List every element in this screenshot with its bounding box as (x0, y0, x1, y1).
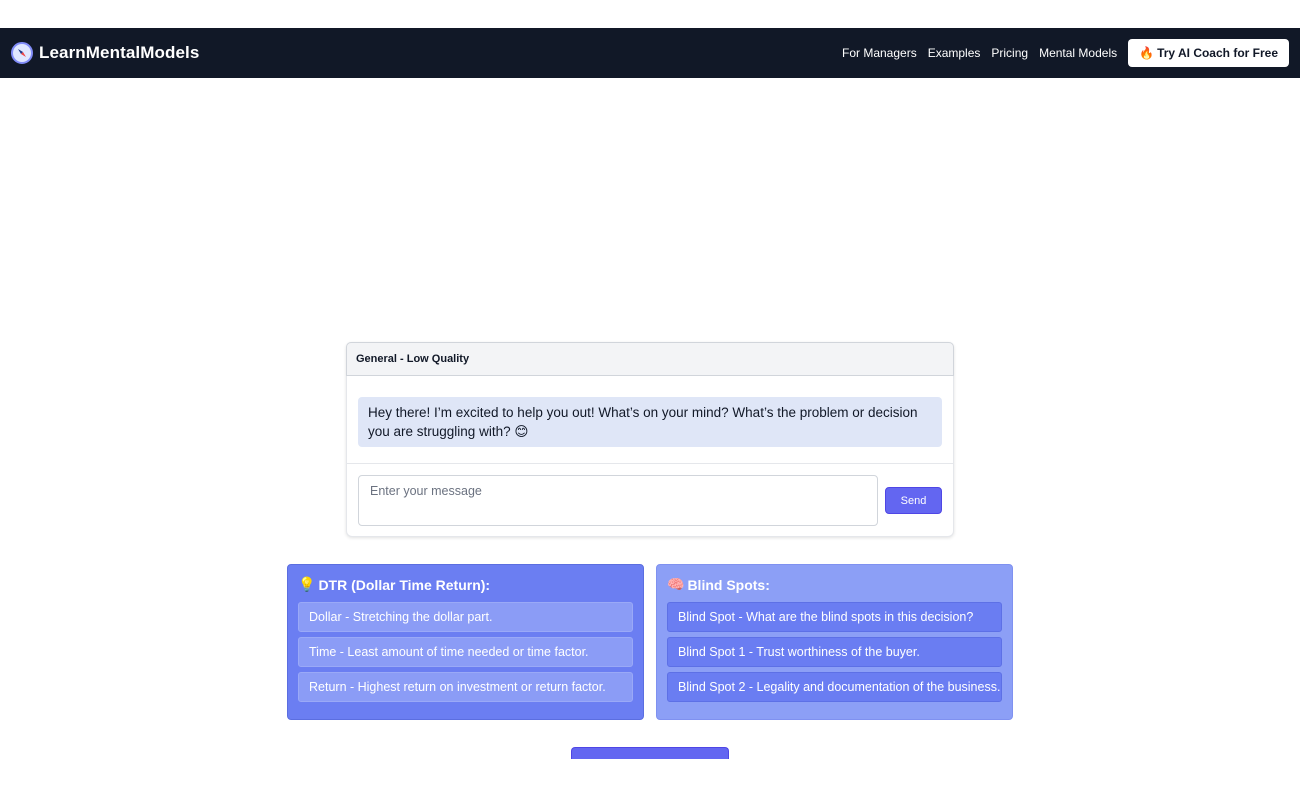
try-ai-coach-label: Try AI Coach for Free (1157, 46, 1278, 60)
composer: Send (347, 464, 953, 537)
dtr-item-return[interactable]: Return - Highest return on investment or… (298, 672, 633, 702)
nav-link-pricing[interactable]: Pricing (991, 46, 1028, 60)
nav-link-for-managers[interactable]: For Managers (842, 46, 917, 60)
blind-spot-item-2[interactable]: Blind Spot 2 - Legality and documentatio… (667, 672, 1002, 702)
blind-spot-item[interactable]: Blind Spot - What are the blind spots in… (667, 602, 1002, 632)
dtr-item-dollar[interactable]: Dollar - Stretching the dollar part. (298, 602, 633, 632)
nav-links: For Managers Examples Pricing Mental Mod… (831, 39, 1289, 67)
send-button[interactable]: Send (885, 487, 942, 514)
blind-spots-card: 🧠 Blind Spots: Blind Spot - What are the… (656, 564, 1013, 720)
dtr-title-text: DTR (Dollar Time Return): (318, 576, 491, 593)
dtr-item-time[interactable]: Time - Least amount of time needed or ti… (298, 637, 633, 667)
nav-link-mental-models[interactable]: Mental Models (1039, 46, 1117, 60)
blind-spots-card-title: 🧠 Blind Spots: (667, 576, 1002, 593)
blind-spots-title-text: Blind Spots: (687, 576, 770, 593)
dtr-card-title: 💡 DTR (Dollar Time Return): (298, 576, 633, 593)
assistant-message: Hey there! I’m excited to help you out! … (358, 397, 942, 447)
message-list: Hey there! I’m excited to help you out! … (347, 376, 953, 464)
lightbulb-icon: 💡 (298, 576, 316, 592)
brand[interactable]: LearnMentalModels (11, 42, 199, 64)
chat-panel: General - Low Quality Hey there! I’m exc… (346, 342, 954, 537)
bottom-button-partial[interactable] (571, 747, 729, 759)
dtr-card: 💡 DTR (Dollar Time Return): Dollar - Str… (287, 564, 644, 720)
blind-spot-item-1[interactable]: Blind Spot 1 - Trust worthiness of the b… (667, 637, 1002, 667)
nav-link-examples[interactable]: Examples (928, 46, 981, 60)
brain-icon: 🧠 (667, 576, 685, 592)
top-navbar: LearnMentalModels For Managers Examples … (0, 28, 1300, 78)
chat-header: General - Low Quality (346, 342, 954, 376)
fire-icon: 🔥 (1139, 46, 1155, 60)
brand-name: LearnMentalModels (39, 43, 200, 62)
try-ai-coach-button[interactable]: 🔥 Try AI Coach for Free (1128, 39, 1289, 67)
compass-icon (11, 42, 33, 64)
message-input[interactable] (358, 475, 878, 526)
